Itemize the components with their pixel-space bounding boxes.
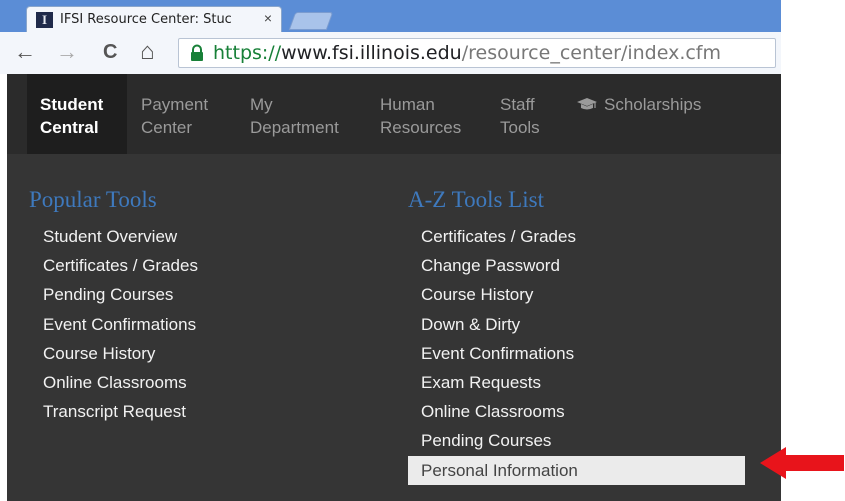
az-tools-heading: A-Z Tools List [408, 187, 544, 212]
nav-label-line2: Resources [380, 118, 462, 137]
close-icon[interactable]: × [264, 10, 272, 26]
list-item[interactable]: Student Overview [30, 222, 360, 251]
browser-tab[interactable]: I IFSI Resource Center: Stuc × [26, 6, 282, 32]
nav-label-text: Scholarships [604, 95, 702, 114]
home-icon[interactable]: ⌂ [140, 40, 155, 64]
nav-staff-tools[interactable]: Staff Tools [500, 74, 540, 154]
nav-label-line2: Central [40, 118, 99, 137]
lock-icon [191, 44, 203, 61]
list-item[interactable]: Pending Courses [408, 426, 745, 455]
list-item[interactable]: Certificates / Grades [30, 251, 360, 280]
address-bar[interactable]: https://www.fsi.illinois.edu/resource_ce… [178, 38, 776, 68]
nav-label-line1: Human [380, 95, 435, 114]
nav-label-line1: Payment [141, 95, 209, 114]
nav-student-central[interactable]: Student Central [27, 74, 127, 154]
nav-label-line2: Tools [500, 118, 540, 137]
list-item[interactable]: Pending Courses [30, 280, 360, 309]
nav-human-resources[interactable]: Human Resources [380, 74, 461, 154]
personal-information-item[interactable]: Personal Information [408, 455, 745, 485]
list-item[interactable]: Online Classrooms [408, 397, 745, 426]
resource-center-menu: Student Central Payment Center My Depart… [7, 74, 781, 501]
popular-tools-heading: Popular Tools [29, 187, 157, 212]
list-item[interactable]: Certificates / Grades [408, 222, 745, 251]
top-navigation: Student Central Payment Center My Depart… [7, 74, 781, 154]
nav-payment-center[interactable]: Payment Center [141, 74, 208, 154]
forward-arrow-icon[interactable]: → [56, 41, 78, 63]
back-arrow-icon[interactable]: ← [14, 41, 36, 63]
nav-label-line1: Student [40, 95, 104, 114]
list-item[interactable]: Course History [408, 280, 745, 309]
list-item[interactable]: Event Confirmations [30, 310, 360, 339]
url-text: https://www.fsi.illinois.edu/resource_ce… [213, 42, 721, 64]
popular-tools-list: Student Overview Certificates / Grades P… [30, 222, 360, 426]
list-item[interactable]: Event Confirmations [408, 339, 745, 368]
browser-chrome: I IFSI Resource Center: Stuc × ← → C ⌂ h… [0, 0, 781, 74]
url-path: /resource_center/index.cfm [461, 42, 722, 64]
url-scheme: https:// [213, 42, 282, 64]
browser-toolbar: ← → C ⌂ https://www.fsi.illinois.edu/res… [0, 32, 781, 74]
tab-strip: I IFSI Resource Center: Stuc × [0, 0, 781, 32]
list-item[interactable]: Down & Dirty [408, 310, 745, 339]
new-tab-button[interactable] [288, 12, 334, 30]
nav-scholarships[interactable]: Scholarships [576, 74, 701, 154]
nav-my-department[interactable]: My Department [250, 74, 339, 154]
list-item[interactable]: Online Classrooms [30, 368, 360, 397]
list-item[interactable]: Course History [30, 339, 360, 368]
nav-label-line1: My [250, 95, 273, 114]
list-item[interactable]: Exam Requests [408, 368, 745, 397]
nav-label-scholarships: Scholarships [576, 93, 701, 116]
reload-icon[interactable]: C [103, 41, 117, 63]
red-arrow-icon [760, 447, 844, 479]
graduation-cap-icon [577, 98, 597, 110]
nav-label-line2: Department [250, 118, 339, 137]
illinois-logo-icon: I [36, 12, 53, 28]
url-host: www.fsi.illinois.edu [281, 42, 462, 64]
list-item[interactable]: Change Password [408, 251, 745, 280]
nav-label-line1: Staff [500, 95, 535, 114]
tab-title: IFSI Resource Center: Stuc [60, 12, 232, 27]
list-item[interactable]: Transcript Request [30, 397, 360, 426]
az-tools-list: Certificates / Grades Change Password Co… [408, 222, 745, 485]
nav-label-line2: Center [141, 118, 193, 137]
